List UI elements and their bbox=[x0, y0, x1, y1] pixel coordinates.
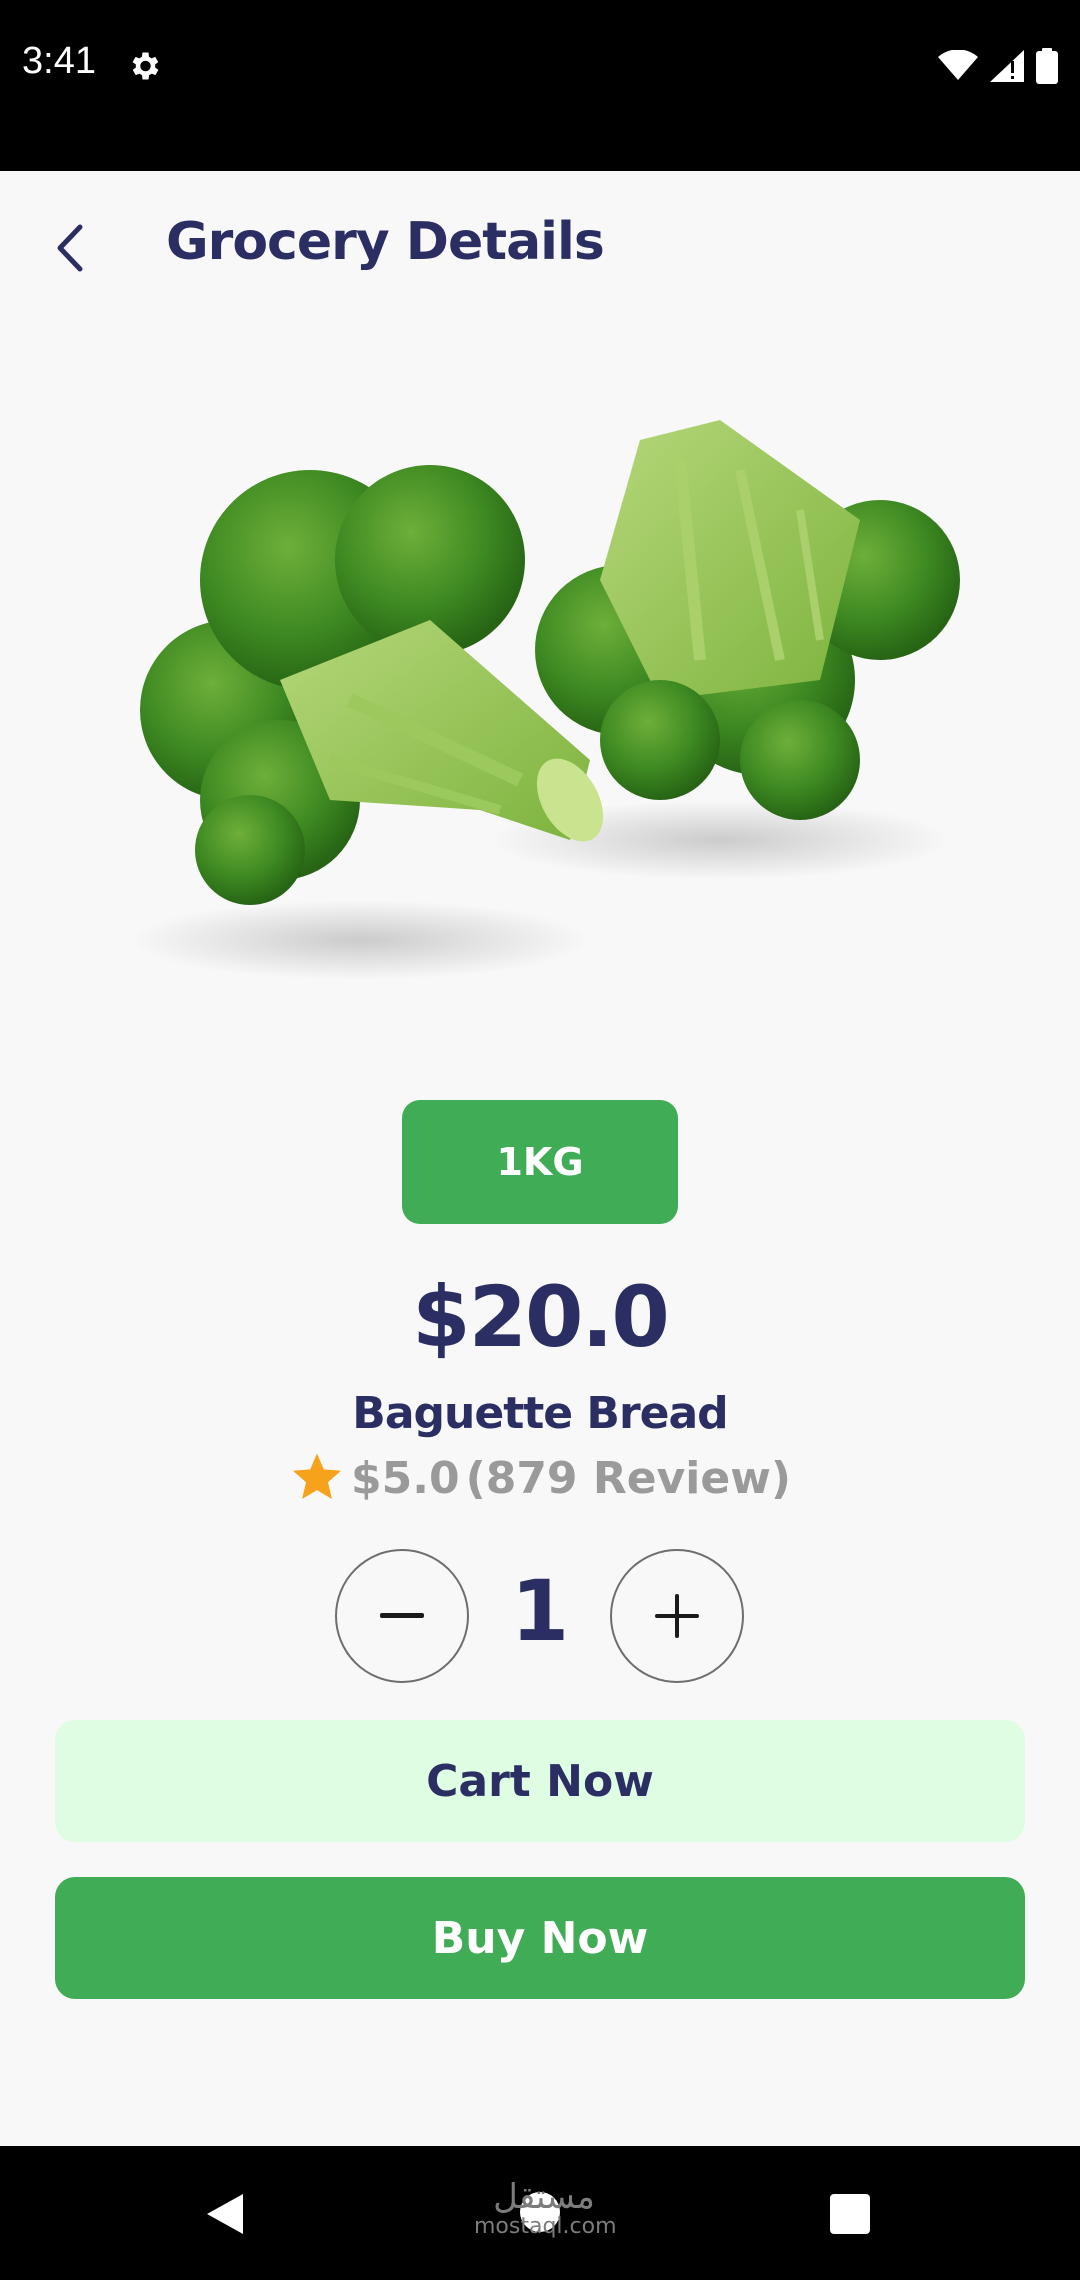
signal-icon bbox=[990, 50, 1024, 82]
back-button[interactable] bbox=[40, 208, 100, 288]
cart-now-label: Cart Now bbox=[426, 1755, 654, 1807]
battery-icon bbox=[1036, 48, 1058, 84]
product-name: Baguette Bread bbox=[352, 1388, 728, 1439]
rating-row: $5.0 (879 Review) bbox=[0, 1450, 1080, 1506]
product-price: $20.0 bbox=[412, 1268, 670, 1366]
weight-badge[interactable]: 1KG bbox=[402, 1100, 678, 1224]
buy-now-button[interactable]: Buy Now bbox=[55, 1877, 1025, 1999]
status-indicators bbox=[938, 48, 1058, 84]
chevron-left-icon bbox=[57, 224, 83, 272]
increase-quantity-button[interactable] bbox=[610, 1549, 744, 1683]
status-bar: 3:41 bbox=[0, 0, 1080, 171]
broccoli-image bbox=[130, 420, 960, 980]
minus-icon bbox=[380, 1613, 424, 1618]
nav-recent-icon[interactable] bbox=[830, 2194, 870, 2234]
watermark-arabic: مستقل bbox=[493, 2177, 595, 2217]
rating-value: $5.0 bbox=[351, 1452, 460, 1504]
nav-back-icon[interactable] bbox=[205, 2192, 245, 2236]
page-title: Grocery Details bbox=[166, 212, 605, 272]
status-time: 3:41 bbox=[22, 40, 96, 82]
star-icon bbox=[292, 1453, 342, 1499]
buy-now-label: Buy Now bbox=[431, 1912, 649, 1964]
watermark-latin: mostaql.com bbox=[474, 2214, 617, 2239]
review-count: (879 Review) bbox=[465, 1452, 791, 1504]
quantity-value: 1 bbox=[510, 1562, 570, 1660]
wifi-icon bbox=[938, 50, 978, 80]
decrease-quantity-button[interactable] bbox=[335, 1549, 469, 1683]
settings-icon bbox=[132, 52, 159, 80]
weight-label: 1KG bbox=[496, 1140, 584, 1184]
cart-now-button[interactable]: Cart Now bbox=[55, 1720, 1025, 1842]
plus-icon bbox=[655, 1594, 699, 1638]
watermark: مستقل mostaql.com bbox=[474, 2177, 617, 2239]
